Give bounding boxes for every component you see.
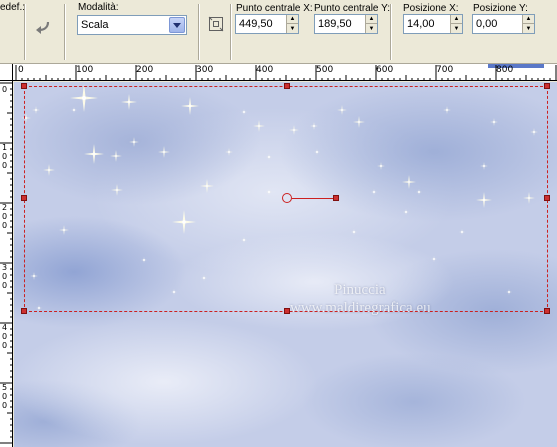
image-canvas[interactable]: Pinuccia www.maldiregrafica.eu — [14, 82, 557, 447]
ruler-label: 4 0 0 — [2, 323, 8, 350]
corner-handle[interactable] — [544, 308, 550, 314]
ruler-label: 5 0 0 — [2, 383, 8, 410]
position-x-value: 14,00 — [407, 18, 435, 30]
edge-handle[interactable] — [284, 308, 290, 314]
ruler-label: 300 — [196, 65, 214, 75]
ruler-label: 700 — [436, 65, 454, 75]
corner-handle[interactable] — [21, 83, 27, 89]
spin-up-icon[interactable]: ▲ — [451, 15, 462, 24]
center-x-value: 449,50 — [239, 18, 273, 30]
spin-up-icon[interactable]: ▲ — [287, 15, 298, 24]
toolbar-separator — [64, 4, 66, 60]
corner-handle[interactable] — [544, 83, 550, 89]
ruler-label: 400 — [256, 65, 274, 75]
mode-select[interactable]: Scala — [77, 15, 187, 35]
undo-arrow-icon — [36, 21, 50, 34]
position-x-field[interactable]: 14,00 ▲ ▼ — [403, 14, 463, 34]
ruler-label: 1 0 0 — [2, 143, 8, 170]
center-y-field[interactable]: 189,50 ▲ ▼ — [314, 14, 378, 34]
ruler-label: 2 0 0 — [2, 203, 8, 230]
horizontal-ruler: 0 100 200 300 400 500 600 700 800 — [13, 64, 557, 81]
toolbar-separator — [390, 4, 392, 60]
center-y-value: 189,50 — [318, 18, 352, 30]
toolbar-separator — [198, 4, 200, 60]
ruler-label: 800 — [496, 65, 514, 75]
edge-handle[interactable] — [21, 195, 27, 201]
position-y-label: Posizione Y: — [473, 3, 528, 14]
spin-up-icon[interactable]: ▲ — [366, 15, 377, 24]
edge-handle[interactable] — [284, 83, 290, 89]
center-on-canvas-icon — [208, 16, 224, 32]
corner-handle[interactable] — [21, 308, 27, 314]
ruler-label: 200 — [136, 65, 154, 75]
dropdown-arrow-icon[interactable] — [169, 17, 185, 33]
spin-up-icon[interactable]: ▲ — [523, 15, 534, 24]
ruler-label: 100 — [76, 65, 94, 75]
ruler-label: 3 0 0 — [2, 263, 8, 290]
center-x-field[interactable]: 449,50 ▲ ▼ — [235, 14, 299, 34]
ruler-label: 500 — [316, 65, 334, 75]
toolbar-separator — [230, 4, 232, 60]
spin-down-icon[interactable]: ▼ — [366, 24, 377, 33]
tool-options-bar: edef.: Modalità: Scala Punto centrale X:… — [0, 0, 557, 64]
spin-down-icon[interactable]: ▼ — [523, 24, 534, 33]
spin-down-icon[interactable]: ▼ — [451, 24, 462, 33]
rotation-handle-line — [292, 198, 336, 199]
rotation-pivot[interactable] — [282, 193, 292, 203]
spin-down-icon[interactable]: ▼ — [287, 24, 298, 33]
center-x-label: Punto centrale X: — [236, 3, 313, 14]
rotation-handle[interactable] — [333, 195, 339, 201]
mode-value: Scala — [81, 19, 109, 31]
mode-label: Modalità: — [78, 2, 119, 13]
vertical-ruler: 0 1 0 0 2 0 0 3 0 0 4 0 0 5 0 0 — [0, 81, 13, 447]
ruler-label: 600 — [376, 65, 394, 75]
preset-label: edef.: — [0, 2, 26, 13]
position-x-label: Posizione X: — [403, 3, 459, 14]
center-on-canvas-button[interactable] — [206, 14, 226, 34]
ruler-ticks — [15, 65, 557, 80]
edge-handle[interactable] — [544, 195, 550, 201]
center-y-label: Punto centrale Y: — [314, 3, 390, 14]
ruler-label: 0 — [18, 65, 24, 75]
ruler-corner — [0, 64, 13, 81]
reset-button[interactable] — [30, 15, 56, 39]
ruler-label: 0 — [2, 85, 8, 94]
position-y-value: 0,00 — [476, 18, 498, 30]
position-y-field[interactable]: 0,00 ▲ ▼ — [472, 14, 535, 34]
toolbar-separator — [24, 4, 26, 60]
